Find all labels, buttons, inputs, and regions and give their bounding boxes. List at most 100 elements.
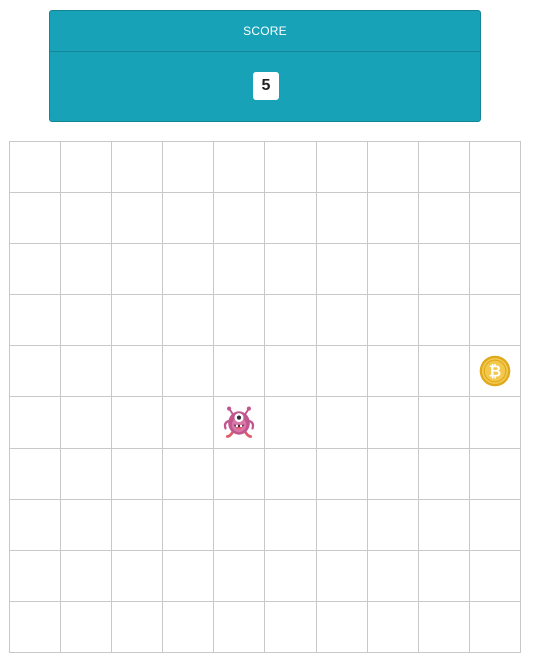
board-cell[interactable] [316,244,368,296]
board-cell[interactable] [316,295,368,347]
board-cell[interactable] [112,601,164,653]
board-cell[interactable] [214,397,266,449]
board-cell[interactable] [10,193,62,245]
board-cell[interactable] [61,499,113,551]
board-cell[interactable] [214,346,266,398]
board-cell[interactable] [163,244,215,296]
board-cell[interactable] [214,193,266,245]
board-cell[interactable] [112,499,164,551]
board-cell[interactable] [316,142,368,194]
board-cell[interactable] [316,550,368,602]
board-cell[interactable] [265,244,317,296]
board-cell[interactable] [469,601,521,653]
board-cell[interactable] [61,142,113,194]
board-cell[interactable] [265,499,317,551]
board-cell[interactable] [367,346,419,398]
board-cell[interactable] [214,142,266,194]
board-cell[interactable] [163,295,215,347]
board-cell[interactable] [61,397,113,449]
board-cell[interactable] [10,244,62,296]
board-cell[interactable] [469,295,521,347]
board-cell[interactable] [367,550,419,602]
board-cell[interactable] [163,448,215,500]
board-cell[interactable] [316,601,368,653]
board-cell[interactable] [61,550,113,602]
board-cell[interactable] [367,448,419,500]
board-cell[interactable] [163,346,215,398]
board-cell[interactable] [265,397,317,449]
board-cell[interactable] [10,397,62,449]
board-cell[interactable] [10,142,62,194]
board-cell[interactable] [10,601,62,653]
board-cell[interactable] [418,601,470,653]
board-cell[interactable] [469,244,521,296]
board-cell[interactable] [112,193,164,245]
board-cell[interactable] [112,295,164,347]
board-cell[interactable] [316,448,368,500]
board-cell[interactable] [265,295,317,347]
board-cell[interactable] [316,346,368,398]
board-cell[interactable] [214,295,266,347]
board-cell[interactable] [469,448,521,500]
board-cell[interactable] [61,448,113,500]
board-cell[interactable] [163,142,215,194]
board-cell[interactable] [163,601,215,653]
board-cell[interactable] [265,193,317,245]
board-cell[interactable] [469,550,521,602]
board-cell[interactable] [163,550,215,602]
board-cell[interactable] [367,601,419,653]
board-cell[interactable] [469,499,521,551]
board-cell[interactable] [418,499,470,551]
board-cell[interactable] [214,550,266,602]
board-cell[interactable] [112,142,164,194]
board-cell[interactable] [418,193,470,245]
board-cell[interactable] [316,193,368,245]
board-cell[interactable] [10,499,62,551]
board-cell[interactable] [265,448,317,500]
board-cell[interactable] [214,448,266,500]
board-cell[interactable] [112,397,164,449]
board-cell[interactable] [367,142,419,194]
board-cell[interactable] [367,499,419,551]
board-cell[interactable] [367,397,419,449]
board-cell[interactable] [367,244,419,296]
board-cell[interactable] [214,601,266,653]
board-cell[interactable] [418,448,470,500]
board-cell[interactable] [418,142,470,194]
board-cell[interactable] [316,397,368,449]
board-cell[interactable] [418,397,470,449]
board-cell[interactable] [265,550,317,602]
board-cell[interactable] [112,550,164,602]
board-cell[interactable] [214,499,266,551]
board-cell[interactable] [418,550,470,602]
board-cell[interactable] [214,244,266,296]
board-cell[interactable] [163,397,215,449]
board-cell[interactable] [418,244,470,296]
board-cell[interactable] [469,397,521,449]
board-cell[interactable] [61,295,113,347]
board-cell[interactable] [10,295,62,347]
board-cell[interactable] [418,295,470,347]
board-cell[interactable] [163,193,215,245]
board-cell[interactable] [112,346,164,398]
board-cell[interactable] [367,193,419,245]
board-cell[interactable] [10,448,62,500]
board-cell[interactable] [367,295,419,347]
board-cell[interactable] [469,142,521,194]
board-cell[interactable] [316,499,368,551]
board-cell[interactable]: ₿ [469,346,521,398]
board-cell[interactable] [265,601,317,653]
board-cell[interactable] [61,601,113,653]
board-cell[interactable] [418,346,470,398]
board-cell[interactable] [61,193,113,245]
board-cell[interactable] [163,499,215,551]
board-cell[interactable] [10,346,62,398]
board-cell[interactable] [112,244,164,296]
board-cell[interactable] [61,244,113,296]
board-cell[interactable] [112,448,164,500]
board-cell[interactable] [469,193,521,245]
board-cell[interactable] [10,550,62,602]
board-cell[interactable] [265,142,317,194]
board-cell[interactable] [265,346,317,398]
board-cell[interactable] [61,346,113,398]
